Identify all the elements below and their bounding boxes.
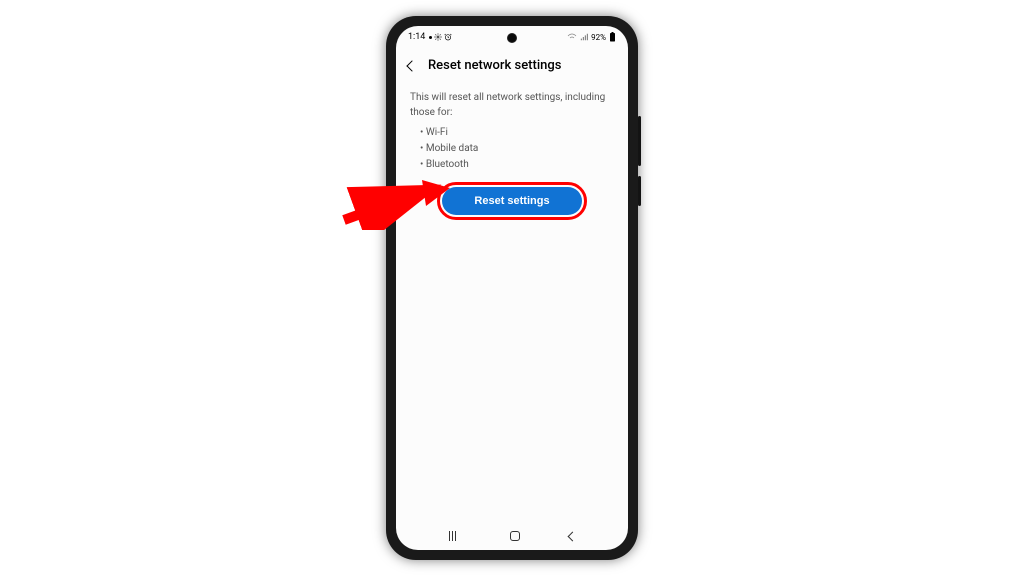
wifi-icon bbox=[567, 33, 577, 41]
nav-home-icon[interactable] bbox=[510, 531, 520, 541]
reset-items-list: Wi-Fi Mobile data Bluetooth bbox=[396, 122, 628, 173]
navigation-bar bbox=[396, 522, 628, 550]
phone-frame: 1:14 92% Reset network settings This wil… bbox=[386, 16, 638, 560]
power-button bbox=[638, 176, 641, 206]
notification-dot-icon bbox=[429, 36, 432, 39]
reset-settings-button[interactable]: Reset settings bbox=[442, 187, 582, 215]
list-item: Bluetooth bbox=[420, 157, 614, 173]
phone-screen: 1:14 92% Reset network settings This wil… bbox=[396, 26, 628, 550]
page-header: Reset network settings bbox=[396, 48, 628, 85]
nav-recent-icon[interactable] bbox=[449, 531, 461, 541]
camera-hole bbox=[507, 33, 517, 43]
reset-description: This will reset all network settings, in… bbox=[396, 85, 628, 122]
status-notification-icons bbox=[429, 33, 452, 41]
alarm-icon bbox=[444, 33, 452, 41]
page-title: Reset network settings bbox=[428, 58, 561, 73]
volume-button bbox=[638, 116, 641, 166]
list-item: Mobile data bbox=[420, 141, 614, 157]
status-time: 1:14 bbox=[408, 32, 425, 42]
settings-gear-icon bbox=[434, 33, 442, 41]
signal-icon bbox=[580, 33, 588, 41]
battery-percentage: 92% bbox=[591, 33, 606, 42]
back-chevron-icon[interactable] bbox=[406, 60, 417, 71]
battery-icon bbox=[609, 32, 616, 42]
nav-back-icon[interactable] bbox=[567, 531, 577, 541]
list-item: Wi-Fi bbox=[420, 125, 614, 141]
